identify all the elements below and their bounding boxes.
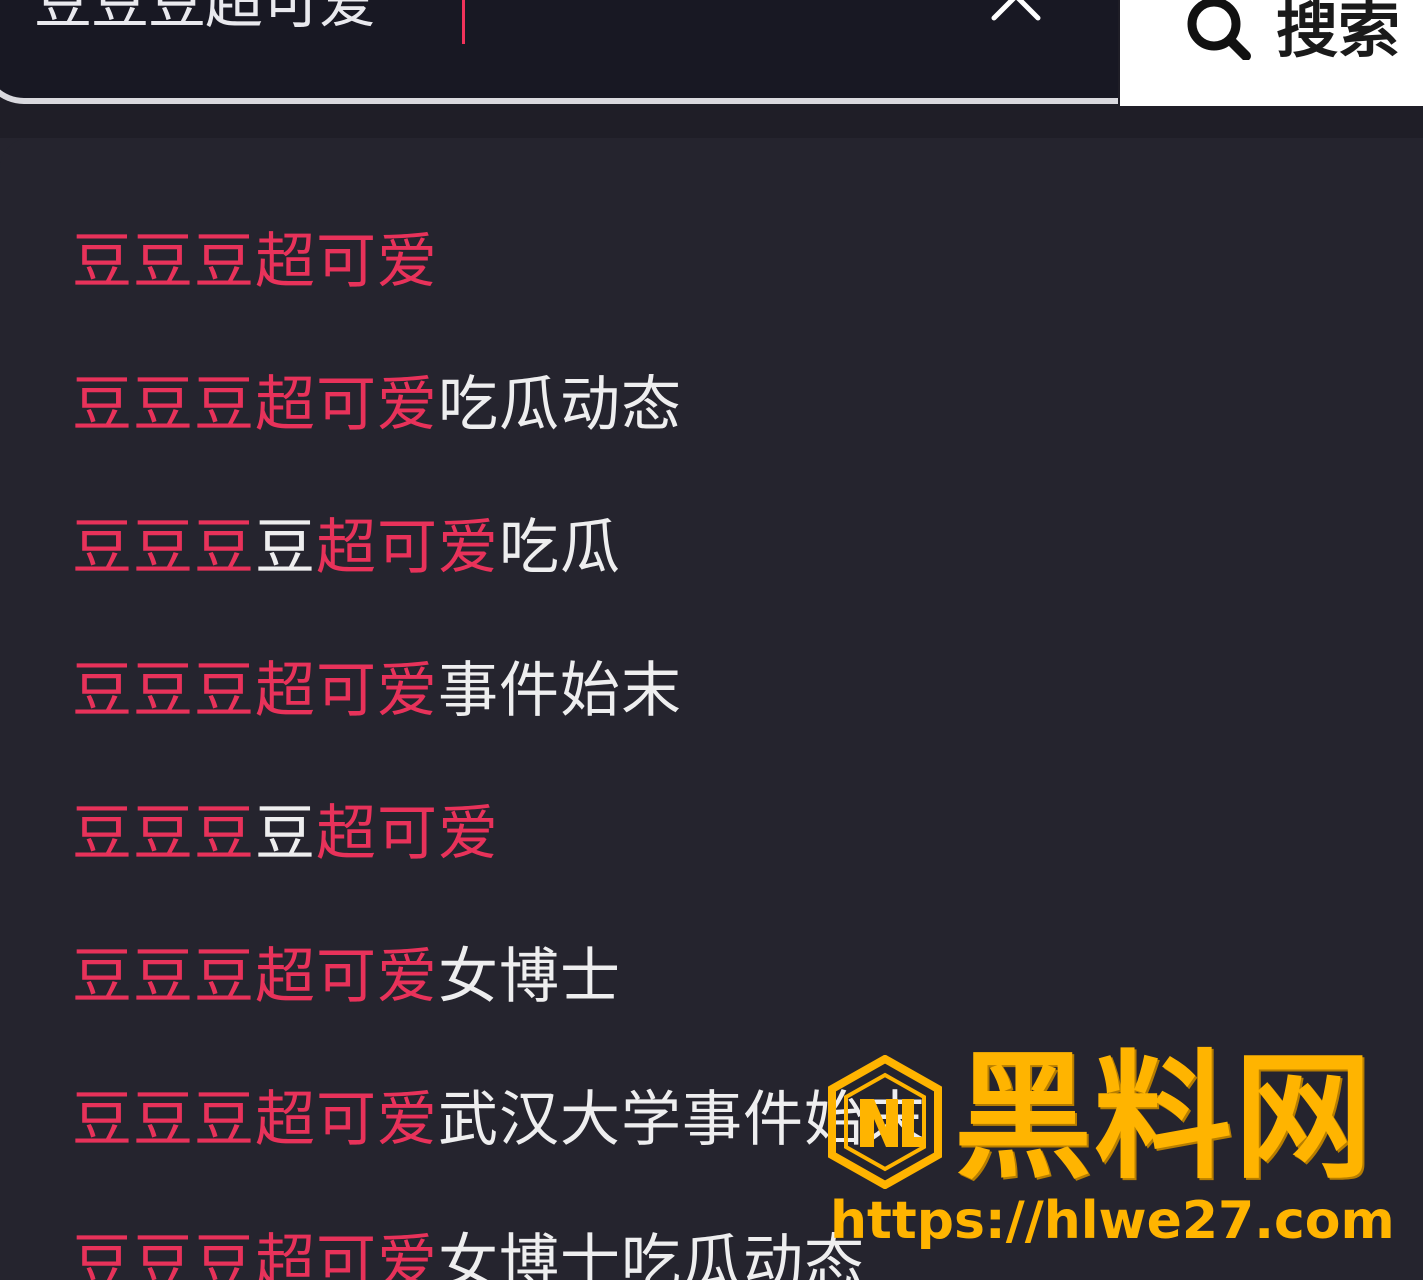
- suggestion-text: 吃瓜动态: [438, 370, 682, 440]
- search-field[interactable]: 豆豆豆超可爱: [0, 0, 1118, 104]
- suggestion-text: 豆: [255, 799, 316, 869]
- suggestion-text: 豆: [255, 513, 316, 583]
- suggestion-item[interactable]: 豆豆豆超可爱女博士吃瓜动态: [72, 1223, 865, 1280]
- clear-button[interactable]: [984, 0, 1048, 26]
- suggestion-item[interactable]: 豆豆豆超可爱事件始末: [72, 651, 682, 731]
- suggestion-highlight-text: 超可爱: [316, 513, 499, 583]
- suggestion-item[interactable]: 豆豆豆超可爱吃瓜动态: [72, 365, 682, 445]
- suggestion-item[interactable]: 豆豆豆超可爱武汉大学事件始末: [72, 1080, 926, 1160]
- suggestion-highlight-text: 豆豆豆超可爱: [72, 1085, 438, 1155]
- suggestion-highlight-text: 豆豆豆超可爱: [72, 656, 438, 726]
- search-button[interactable]: 搜索: [1120, 0, 1423, 106]
- suggestion-highlight-text: 豆豆豆超可爱: [72, 942, 438, 1012]
- suggestion-text: 吃瓜: [499, 513, 621, 583]
- suggestion-highlight-text: 豆豆豆超可爱: [72, 227, 438, 297]
- text-caret: [462, 0, 465, 44]
- suggestion-item[interactable]: 豆豆豆豆超可爱吃瓜: [72, 508, 621, 588]
- screen: 豆豆豆超可爱 搜索 豆豆豆超可爱 豆豆豆超可爱吃瓜动态 豆豆豆豆超可爱吃瓜 豆豆…: [0, 0, 1423, 1280]
- suggestion-highlight-text: 超可爱: [316, 799, 499, 869]
- suggestion-text: 事件始末: [438, 656, 682, 726]
- suggestion-text: 女博士吃瓜动态: [438, 1228, 865, 1280]
- search-button-label: 搜索: [1276, 0, 1401, 66]
- suggestion-text: 女博士: [438, 942, 621, 1012]
- search-bar: 豆豆豆超可爱 搜索: [0, 0, 1423, 138]
- suggestion-highlight-text: 豆豆豆超可爱: [72, 1228, 438, 1280]
- suggestion-highlight-text: 豆豆豆: [72, 513, 255, 583]
- watermark-title: 黑料网: [954, 1037, 1375, 1198]
- close-icon: [991, 0, 1041, 21]
- suggestion-highlight-text: 豆豆豆超可爱: [72, 370, 438, 440]
- search-icon: [1187, 0, 1251, 60]
- watermark: 黑料网 https://hlwe27.com: [826, 1043, 1416, 1255]
- suggestion-item[interactable]: 豆豆豆超可爱女博士: [72, 937, 621, 1017]
- suggestion-item[interactable]: 豆豆豆豆超可爱: [72, 794, 499, 874]
- suggestion-highlight-text: 豆豆豆: [72, 799, 255, 869]
- suggestion-item[interactable]: 豆豆豆超可爱: [72, 222, 438, 302]
- watermark-logo-icon: [828, 1055, 942, 1189]
- search-input[interactable]: 豆豆豆超可爱: [34, 0, 377, 40]
- watermark-url: https://hlwe27.com: [830, 1191, 1395, 1251]
